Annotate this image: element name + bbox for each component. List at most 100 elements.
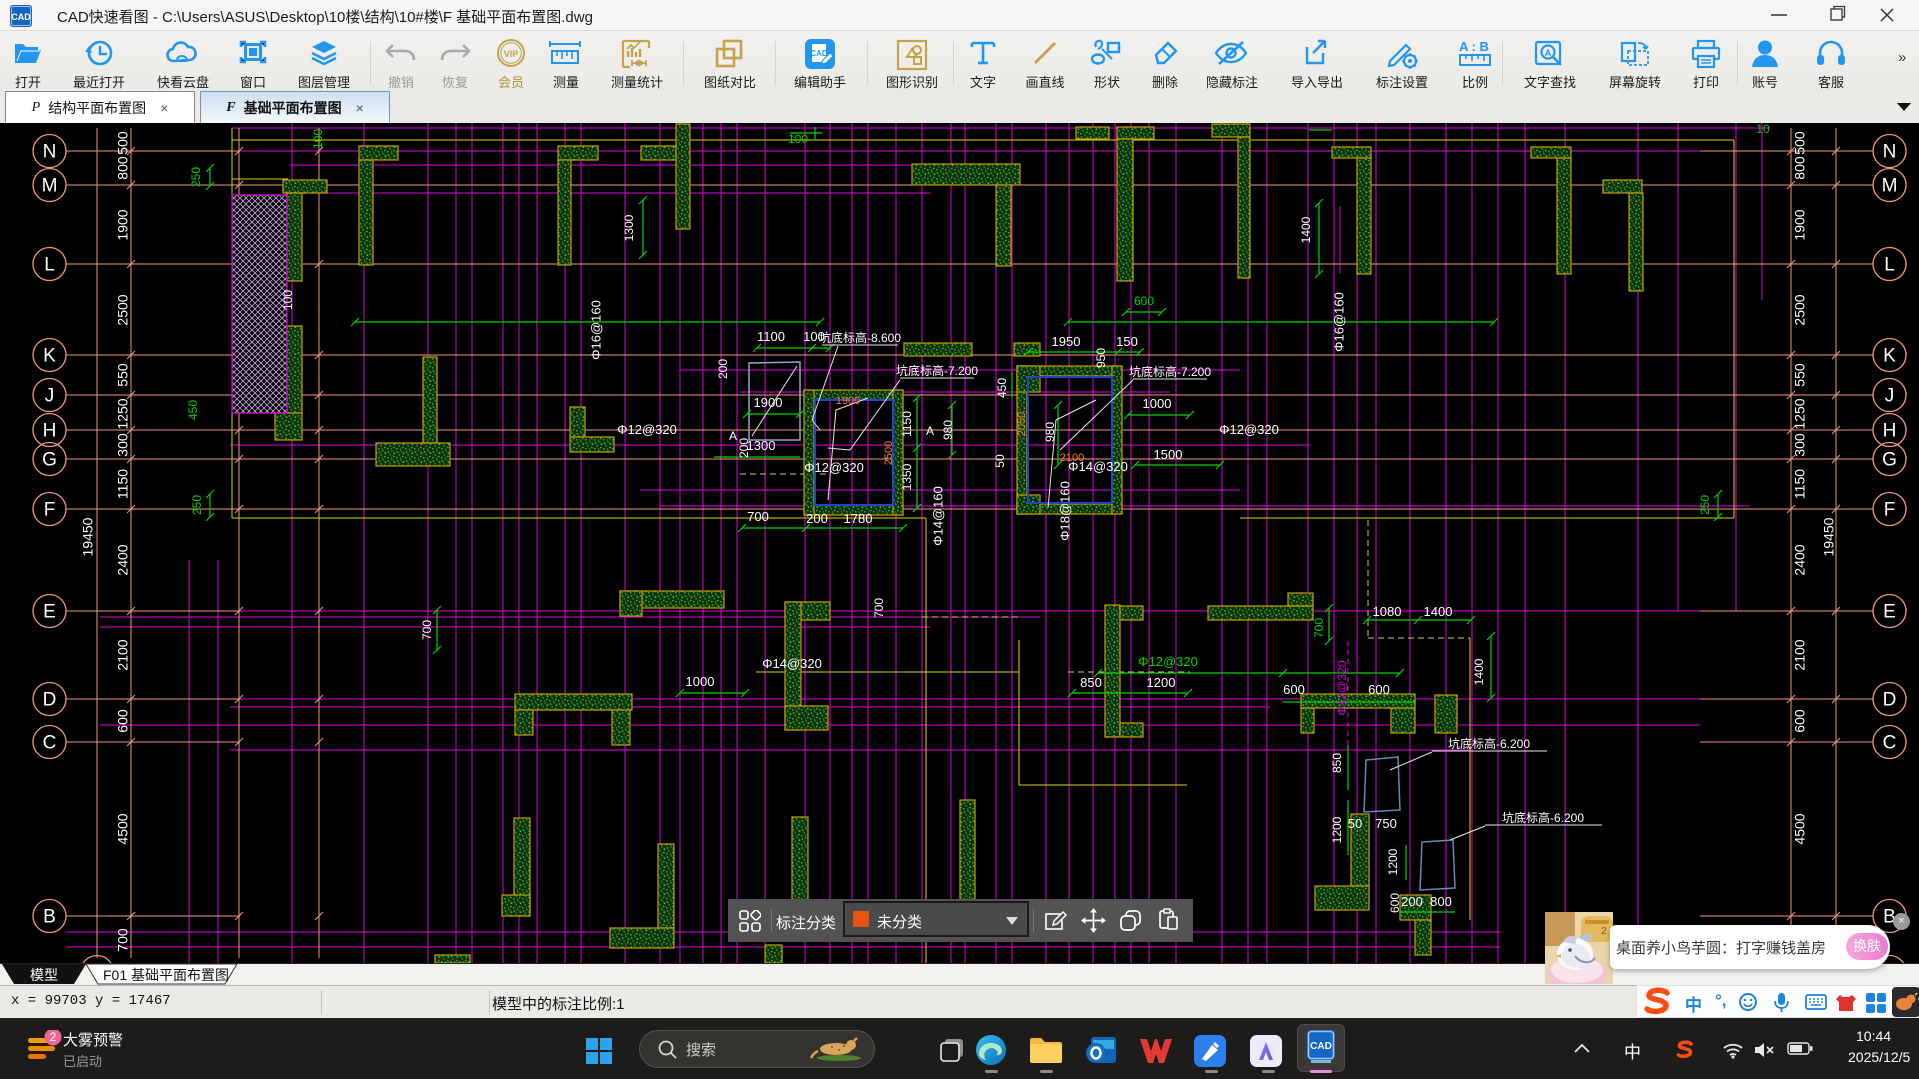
svg-text:坑底标高-8.600: 坑底标高-8.600 xyxy=(819,330,901,345)
svg-text:1900: 1900 xyxy=(1792,209,1808,240)
svg-text:B: B xyxy=(43,907,56,928)
svg-text:1150: 1150 xyxy=(115,469,131,499)
svg-text:E: E xyxy=(1883,602,1896,623)
svg-text:1500: 1500 xyxy=(1154,447,1183,462)
svg-text:D: D xyxy=(1883,690,1897,711)
svg-text:800: 800 xyxy=(1430,894,1452,909)
svg-text:700: 700 xyxy=(115,928,131,952)
svg-text:600: 600 xyxy=(1283,682,1305,697)
svg-text:1000: 1000 xyxy=(1143,396,1172,411)
svg-text:1400: 1400 xyxy=(1472,658,1486,685)
svg-text:500: 500 xyxy=(115,131,131,155)
svg-text:坑底标高-6.200: 坑底标高-6.200 xyxy=(1448,736,1530,751)
svg-text:500: 500 xyxy=(1792,131,1808,155)
svg-text:600: 600 xyxy=(1134,294,1154,308)
svg-text:1200: 1200 xyxy=(1330,816,1344,843)
svg-text:H: H xyxy=(1883,421,1897,442)
svg-text:2500: 2500 xyxy=(883,441,895,465)
svg-text:Φ16@160: Φ16@160 xyxy=(1331,292,1346,352)
svg-text:50: 50 xyxy=(1348,816,1362,831)
svg-text:E: E xyxy=(43,602,56,623)
svg-text:950: 950 xyxy=(1094,348,1108,368)
svg-text:F: F xyxy=(44,500,56,521)
svg-text:A: A xyxy=(926,424,934,438)
svg-text:1080: 1080 xyxy=(1373,604,1402,619)
svg-text:600: 600 xyxy=(115,709,131,733)
svg-text:1400: 1400 xyxy=(1299,216,1313,243)
svg-text:200: 200 xyxy=(806,511,828,526)
svg-text:F01 基础平面布置图: F01 基础平面布置图 xyxy=(103,967,229,983)
svg-text:H: H xyxy=(43,421,57,442)
svg-text:1200: 1200 xyxy=(1386,848,1400,875)
svg-text:VIP: VIP xyxy=(504,49,519,59)
svg-text:2400: 2400 xyxy=(115,544,131,575)
svg-text:4500: 4500 xyxy=(1792,813,1808,844)
svg-text:A: A xyxy=(729,429,737,443)
svg-text:N: N xyxy=(43,142,57,163)
svg-text:CAD: CAD xyxy=(11,12,31,22)
svg-text:2: 2 xyxy=(50,1030,57,1044)
svg-text:700: 700 xyxy=(872,598,886,618)
svg-text:1150: 1150 xyxy=(900,411,914,437)
svg-text:4500: 4500 xyxy=(115,813,131,844)
svg-text:980: 980 xyxy=(1043,422,1057,442)
svg-text:980: 980 xyxy=(941,420,955,440)
svg-text:300: 300 xyxy=(115,433,131,457)
svg-text:1950: 1950 xyxy=(1052,334,1081,349)
svg-text:Φ12@320: Φ12@320 xyxy=(1219,422,1279,437)
svg-text:Φ14@320: Φ14@320 xyxy=(762,656,822,671)
svg-text:1780: 1780 xyxy=(844,511,873,526)
svg-text:Φ12@320: Φ12@320 xyxy=(804,460,864,475)
svg-text:A : B: A : B xyxy=(1459,39,1489,54)
svg-text:100: 100 xyxy=(788,132,808,146)
svg-text:550: 550 xyxy=(1792,363,1808,387)
svg-text:850: 850 xyxy=(1080,675,1102,690)
svg-text:250: 250 xyxy=(189,167,203,187)
svg-text:200: 200 xyxy=(716,359,730,379)
svg-text:700: 700 xyxy=(1312,618,1326,638)
svg-text:F: F xyxy=(1884,500,1896,521)
svg-text:2100: 2100 xyxy=(1792,639,1808,670)
svg-text:700: 700 xyxy=(747,509,769,524)
svg-text:600: 600 xyxy=(1388,893,1402,913)
svg-text:450: 450 xyxy=(995,378,1009,398)
svg-text:450: 450 xyxy=(186,400,200,420)
svg-text:L: L xyxy=(1884,255,1895,276)
svg-text:800: 800 xyxy=(1792,156,1808,180)
svg-text:M: M xyxy=(1882,176,1898,197)
svg-text:2400: 2400 xyxy=(1792,544,1808,575)
svg-text:G: G xyxy=(42,450,57,471)
svg-text:100: 100 xyxy=(311,129,325,149)
svg-text:300: 300 xyxy=(1792,433,1808,457)
svg-text:G: G xyxy=(1882,450,1897,471)
svg-text:C: C xyxy=(1883,733,1897,754)
svg-text:2: 2 xyxy=(1601,926,1607,937)
svg-text:K: K xyxy=(1883,346,1896,367)
svg-text:100: 100 xyxy=(281,290,295,310)
svg-text:坑底标高-7.200: 坑底标高-7.200 xyxy=(1129,364,1211,379)
svg-text:2500: 2500 xyxy=(115,294,131,325)
svg-text:2100: 2100 xyxy=(115,639,131,670)
svg-text:N: N xyxy=(1883,142,1897,163)
svg-text:1400: 1400 xyxy=(1424,604,1453,619)
svg-text:Φ14@160: Φ14@160 xyxy=(930,486,945,546)
svg-text:2100: 2100 xyxy=(1060,452,1084,464)
svg-text:1100: 1100 xyxy=(757,329,785,344)
svg-text:200: 200 xyxy=(1401,894,1423,909)
svg-text:L: L xyxy=(44,255,55,276)
svg-text:Φ16@160: Φ16@160 xyxy=(588,300,603,360)
svg-text:1900: 1900 xyxy=(754,395,783,410)
svg-text:K: K xyxy=(43,346,56,367)
svg-text:750: 750 xyxy=(1375,816,1397,831)
svg-text:1250: 1250 xyxy=(115,398,131,429)
svg-text:A: A xyxy=(1545,48,1552,58)
svg-text:1350: 1350 xyxy=(900,463,914,490)
svg-text:19450: 19450 xyxy=(80,517,96,556)
svg-text:模型: 模型 xyxy=(30,967,58,983)
svg-text:坑底标高-6.200: 坑底标高-6.200 xyxy=(1502,810,1584,825)
svg-text:1900: 1900 xyxy=(115,209,131,240)
svg-text:700: 700 xyxy=(420,620,434,640)
svg-text:1200: 1200 xyxy=(1147,675,1176,690)
svg-text:850: 850 xyxy=(1330,753,1344,773)
svg-text:1300: 1300 xyxy=(622,214,636,241)
